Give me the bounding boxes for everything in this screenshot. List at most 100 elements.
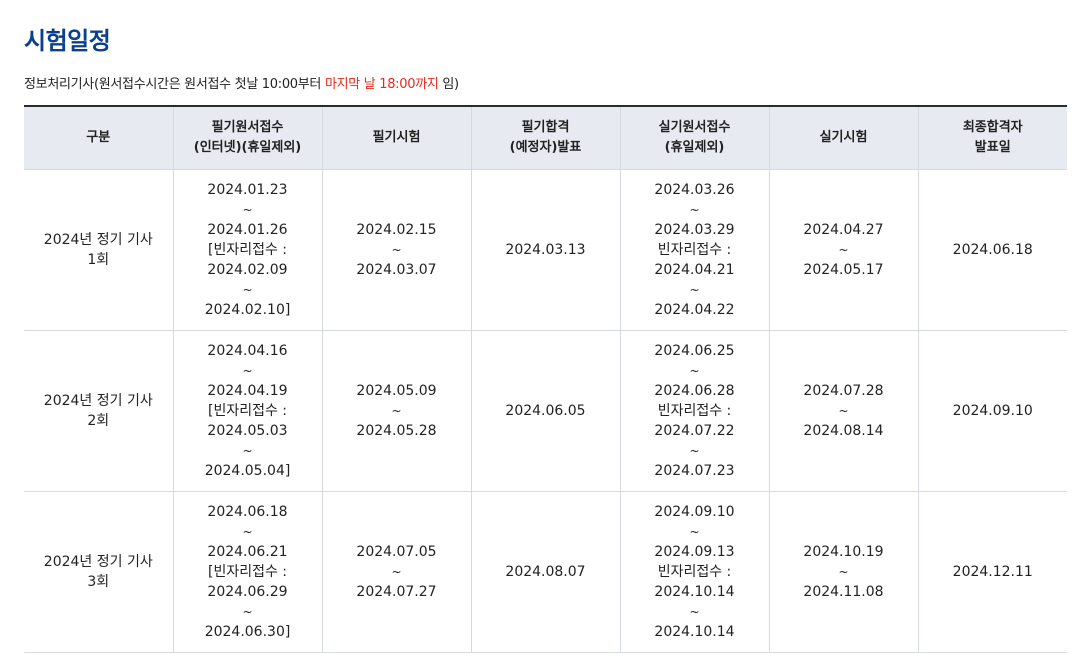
cell-line: 2024.05.09 xyxy=(356,383,437,399)
cell-line: 2024.08.07 xyxy=(505,564,586,580)
header-category: 구분 xyxy=(24,106,173,170)
cell-line: ~ xyxy=(838,404,849,418)
cell-practical-exam: 2024.04.27 ~2024.05.17 xyxy=(768,169,918,331)
cell-line: 2024.07.23 xyxy=(654,463,735,479)
header-label: 구분 xyxy=(86,130,111,145)
cell-written-exam: 2024.02.15 ~2024.03.07 xyxy=(321,169,471,331)
cell-line: ~ xyxy=(242,605,253,619)
cell-practical-exam: 2024.10.19 ~2024.11.08 xyxy=(768,491,918,653)
table-header-row: 구분 필기원서접수 (인터넷)(휴일제외) 필기시험 필기합격 (예정자)발표 … xyxy=(24,106,1067,170)
cell-line: 2024.09.10 xyxy=(654,504,735,520)
cell-line: ~ xyxy=(838,565,849,579)
cell-category: 2024년 정기 기사 2회 xyxy=(24,330,173,492)
header-label: (휴일제외) xyxy=(664,140,725,155)
cell-line: 2024.07.22 xyxy=(654,423,735,439)
cell-written-exam: 2024.05.09 ~2024.05.28 xyxy=(321,330,471,492)
cell-line: ~ xyxy=(689,525,700,539)
cell-line: ~ xyxy=(242,525,253,539)
cell-practical-apply: 2024.06.25 ~2024.06.28 빈자리접수 : 2024.07.22 ~2… xyxy=(619,330,769,492)
cell-line: 빈자리접수 : xyxy=(657,403,732,419)
cell-line: ~ xyxy=(391,243,402,257)
header-final-result: 최종합격자 발표일 xyxy=(917,106,1067,170)
cell-line: 2024.06.29 xyxy=(207,584,288,600)
cell-line: 2024.05.17 xyxy=(803,262,884,278)
cell-written-apply: 2024.06.18 ~2024.06.21 [빈자리접수 : 2024.06.29 ~… xyxy=(172,491,322,653)
cell-line: 2024.04.22 xyxy=(654,302,735,318)
cell-line: 2024년 정기 기사 xyxy=(43,393,153,409)
cell-written-result: 2024.06.05 xyxy=(470,330,620,492)
cell-line: 빈자리접수 : xyxy=(657,242,732,258)
header-label: (예정자)발표 xyxy=(509,140,582,155)
cell-line: 2회 xyxy=(87,413,110,429)
cell-line: 2024.03.13 xyxy=(505,242,586,258)
cell-line: 2024년 정기 기사 xyxy=(43,554,153,570)
cell-line: 2024.07.27 xyxy=(356,584,437,600)
cell-line: [빈자리접수 : xyxy=(207,242,288,258)
cell-line: 2024.06.18 xyxy=(207,504,288,520)
cell-line: 2024.11.08 xyxy=(803,584,884,600)
cell-line: 2024.07.05 xyxy=(356,544,437,560)
cell-line: 2024.02.09 xyxy=(207,262,288,278)
cell-category: 2024년 정기 기사 3회 xyxy=(24,491,173,653)
cell-line: [빈자리접수 : xyxy=(207,564,288,580)
cell-written-exam: 2024.07.05 ~2024.07.27 xyxy=(321,491,471,653)
cell-line: 2024.09.13 xyxy=(654,544,735,560)
table-row: 2024년 정기 기사 2회 2024.04.16 ~2024.04.19 [빈자리접수… xyxy=(24,330,1067,492)
cell-line: 2024.02.10] xyxy=(204,302,291,318)
cell-written-apply: 2024.01.23 ~2024.01.26 [빈자리접수 : 2024.02.09 ~… xyxy=(172,169,322,331)
cell-line: 2024.01.26 xyxy=(207,222,288,238)
cell-line: 2024.10.14 xyxy=(654,584,735,600)
cell-line: 2024년 정기 기사 xyxy=(43,232,153,248)
cell-line: ~ xyxy=(689,444,700,458)
header-label: 최종합격자 xyxy=(962,120,1023,135)
notice-suffix: 임) xyxy=(438,77,459,92)
cell-line: ~ xyxy=(242,444,253,458)
exam-schedule-section: 시험일정 정보처리기사(원서접수시간은 원서접수 첫날 10:00부터 마지막 … xyxy=(0,0,1082,671)
cell-line: 2024.09.10 xyxy=(952,403,1033,419)
cell-line: 2024.02.15 xyxy=(356,222,437,238)
header-label: 발표일 xyxy=(974,140,1011,155)
cell-line: 2024.05.04] xyxy=(204,463,291,479)
header-label: 필기합격 xyxy=(521,120,570,135)
header-written-exam: 필기시험 xyxy=(321,106,471,170)
header-label: 실기시험 xyxy=(819,130,868,145)
header-label: (인터넷)(휴일제외) xyxy=(193,140,302,155)
cell-line: 2024.08.14 xyxy=(803,423,884,439)
cell-category: 2024년 정기 기사 1회 xyxy=(24,169,173,331)
table-row: 2024년 정기 기사 1회 2024.01.23 ~2024.01.26 [빈자리접수… xyxy=(24,169,1067,331)
cell-line: 2024.06.25 xyxy=(654,343,735,359)
cell-line: ~ xyxy=(838,243,849,257)
cell-line: 빈자리접수 : xyxy=(657,564,732,580)
cell-line: 2024.06.05 xyxy=(505,403,586,419)
cell-line: ~ xyxy=(391,404,402,418)
cell-line: 2024.06.21 xyxy=(207,544,288,560)
cell-line: 2024.10.14 xyxy=(654,624,735,640)
cell-line: ~ xyxy=(689,283,700,297)
header-written-result: 필기합격 (예정자)발표 xyxy=(470,106,620,170)
cell-line: 2024.03.07 xyxy=(356,262,437,278)
cell-line: 2024.06.18 xyxy=(952,242,1033,258)
cell-written-result: 2024.08.07 xyxy=(470,491,620,653)
cell-written-result: 2024.03.13 xyxy=(470,169,620,331)
page-title: 시험일정 xyxy=(24,27,111,55)
cell-line: 2024.04.16 xyxy=(207,343,288,359)
cell-practical-exam: 2024.07.28 ~2024.08.14 xyxy=(768,330,918,492)
cell-line: ~ xyxy=(689,605,700,619)
cell-line: 2024.07.28 xyxy=(803,383,884,399)
cell-line: 2024.04.27 xyxy=(803,222,884,238)
header-written-apply: 필기원서접수 (인터넷)(휴일제외) xyxy=(172,106,322,170)
header-practical-exam: 실기시험 xyxy=(768,106,918,170)
cell-final-result: 2024.09.10 xyxy=(917,330,1067,492)
cell-line: ~ xyxy=(391,565,402,579)
cell-line: ~ xyxy=(242,203,253,217)
table-row: 2024년 정기 기사 3회 2024.06.18 ~2024.06.21 [빈자리접수… xyxy=(24,491,1067,653)
notice-text: 정보처리기사(원서접수시간은 원서접수 첫날 10:00부터 xyxy=(24,77,325,92)
header-practical-apply: 실기원서접수 (휴일제외) xyxy=(619,106,769,170)
cell-final-result: 2024.06.18 xyxy=(917,169,1067,331)
header-label: 필기원서접수 xyxy=(211,120,284,135)
header-label: 필기시험 xyxy=(372,130,421,145)
cell-line: 2024.04.19 xyxy=(207,383,288,399)
cell-line: [빈자리접수 : xyxy=(207,403,288,419)
cell-line: ~ xyxy=(689,364,700,378)
cell-line: ~ xyxy=(242,364,253,378)
